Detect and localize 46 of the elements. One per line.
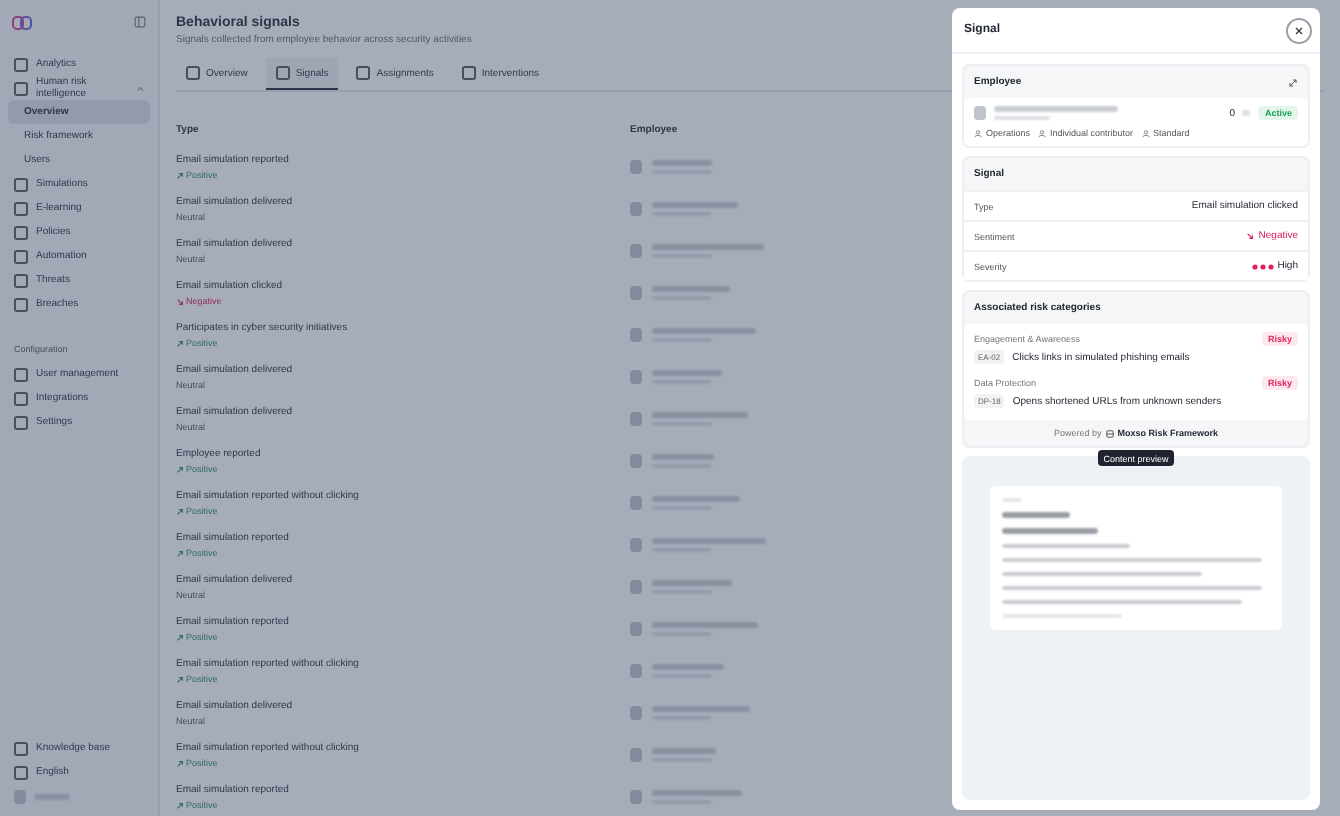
arrow-up-right-icon — [176, 507, 184, 515]
severity-dots-icon — [1251, 263, 1274, 269]
expand-icon[interactable] — [1288, 77, 1298, 87]
avatar-icon — [630, 244, 642, 258]
avatar-icon — [630, 328, 642, 342]
avatar-icon — [630, 412, 642, 426]
logo-icon — [12, 15, 32, 29]
arrow-up-right-icon — [176, 171, 184, 179]
avatar-icon — [630, 706, 642, 720]
avatar-icon — [630, 538, 642, 552]
avatar-icon — [14, 789, 26, 803]
tab-icon — [275, 66, 290, 80]
avatar-icon — [630, 664, 642, 678]
arrow-up-right-icon — [176, 465, 184, 473]
arrow-down-right-icon — [176, 297, 184, 305]
arrow-up-right-icon — [176, 801, 184, 809]
avatar-icon — [630, 748, 642, 762]
avatar-icon — [630, 286, 642, 300]
blurred-text — [1002, 528, 1098, 534]
avatar-icon — [630, 160, 642, 174]
person-icon — [1038, 129, 1047, 137]
avatar-icon — [630, 496, 642, 510]
avatar-icon — [630, 580, 642, 594]
avatar-icon — [630, 454, 642, 468]
person-icon — [974, 129, 982, 137]
close-icon — [1294, 25, 1304, 35]
avatar-icon — [974, 106, 986, 120]
tab-icon — [186, 66, 200, 80]
arrow-up-right-icon — [176, 759, 184, 767]
avatar-icon — [630, 790, 642, 804]
tab-icon — [356, 66, 371, 80]
arrow-up-right-icon — [176, 339, 184, 347]
avatar-icon — [630, 202, 642, 216]
arrow-up-right-icon — [176, 549, 184, 557]
close-button[interactable] — [1286, 17, 1312, 43]
person-icon — [1141, 129, 1150, 137]
blurred-text — [1002, 512, 1070, 518]
arrow-down-right-icon — [1246, 232, 1255, 240]
sidebar-toggle-icon[interactable] — [134, 16, 146, 28]
arrow-up-right-icon — [176, 675, 184, 683]
avatar-icon — [630, 622, 642, 636]
avatar-icon — [630, 370, 642, 384]
blurred-text — [994, 106, 1118, 112]
framework-icon — [1105, 429, 1114, 437]
tab-icon — [461, 66, 476, 80]
arrow-up-right-icon — [176, 633, 184, 641]
